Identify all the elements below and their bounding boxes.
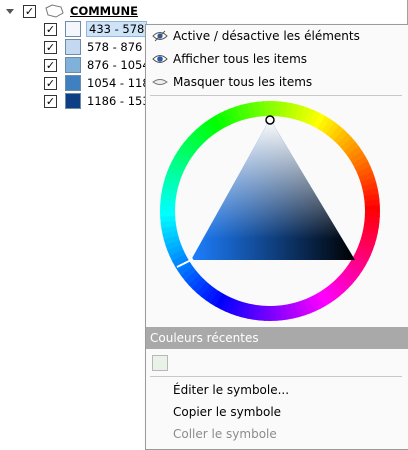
class-color-swatch[interactable]	[65, 93, 81, 109]
class-row[interactable]: ✓ 578 - 876	[44, 38, 142, 56]
layer-row-commune[interactable]: ✓ COMMUNE	[6, 2, 138, 20]
paste-symbol-label: Coller le symbole	[173, 427, 277, 441]
layer-name[interactable]: COMMUNE	[70, 4, 138, 18]
class-row[interactable]: ✓ 1054 - 1186	[44, 74, 157, 92]
menu-separator	[150, 376, 402, 377]
class-checkbox[interactable]: ✓	[44, 40, 57, 54]
edit-symbol-label: Éditer le symbole...	[173, 383, 290, 397]
show-all-menu-item[interactable]: Afficher tous les items	[146, 48, 408, 70]
class-range-label[interactable]: 433 - 578	[85, 21, 148, 37]
copy-symbol-menu-item[interactable]: Copier le symbole	[146, 401, 408, 423]
class-checkbox[interactable]: ✓	[44, 22, 57, 36]
collapse-arrow-icon[interactable]	[6, 8, 14, 14]
eye-toggle-icon	[152, 29, 168, 43]
eye-icon	[152, 52, 168, 66]
class-checkbox[interactable]: ✓	[44, 94, 57, 108]
class-row[interactable]: ✓ 1186 - 1535	[44, 92, 157, 110]
hide-all-label: Masquer tous les items	[173, 75, 313, 89]
hide-all-menu-item[interactable]: Masquer tous les items	[146, 71, 408, 93]
class-checkbox[interactable]: ✓	[44, 76, 57, 90]
color-selection-handle[interactable]	[265, 115, 275, 125]
recent-color-swatch[interactable]	[152, 355, 168, 371]
paste-symbol-menu-item: Coller le symbole	[146, 423, 408, 445]
hue-ring-segment[interactable]	[264, 305, 271, 321]
class-range-label[interactable]: 578 - 876	[87, 40, 142, 54]
layer-visibility-checkbox[interactable]: ✓	[23, 4, 36, 18]
hue-ring-segment[interactable]	[269, 101, 276, 117]
show-all-label: Afficher tous les items	[173, 52, 308, 66]
class-row[interactable]: ✓ 433 - 578	[44, 20, 148, 38]
recent-colors-header: Couleurs récentes	[146, 327, 408, 349]
context-menu: Active / désactive les éléments Afficher…	[145, 24, 408, 450]
hue-ring-segment[interactable]	[364, 210, 380, 217]
eye-closed-icon	[152, 75, 168, 89]
class-color-swatch[interactable]	[65, 75, 81, 91]
class-color-swatch[interactable]	[65, 21, 81, 37]
class-range-label[interactable]: 876 - 1054	[87, 58, 150, 72]
toggle-items-menu-item[interactable]: Active / désactive les éléments	[146, 25, 408, 47]
polygon-layer-icon	[44, 4, 64, 18]
copy-symbol-label: Copier le symbole	[173, 405, 282, 419]
toggle-items-label: Active / désactive les éléments	[173, 29, 360, 43]
class-checkbox[interactable]: ✓	[44, 58, 57, 72]
class-row[interactable]: ✓ 876 - 1054	[44, 56, 150, 74]
menu-separator	[150, 95, 402, 96]
edit-symbol-menu-item[interactable]: Éditer le symbole...	[146, 379, 408, 401]
color-wheel-picker[interactable]	[160, 101, 386, 327]
recent-colors-title: Couleurs récentes	[150, 331, 259, 345]
class-color-swatch[interactable]	[65, 39, 81, 55]
hue-ring-segment[interactable]	[160, 205, 176, 212]
class-color-swatch[interactable]	[65, 57, 81, 73]
